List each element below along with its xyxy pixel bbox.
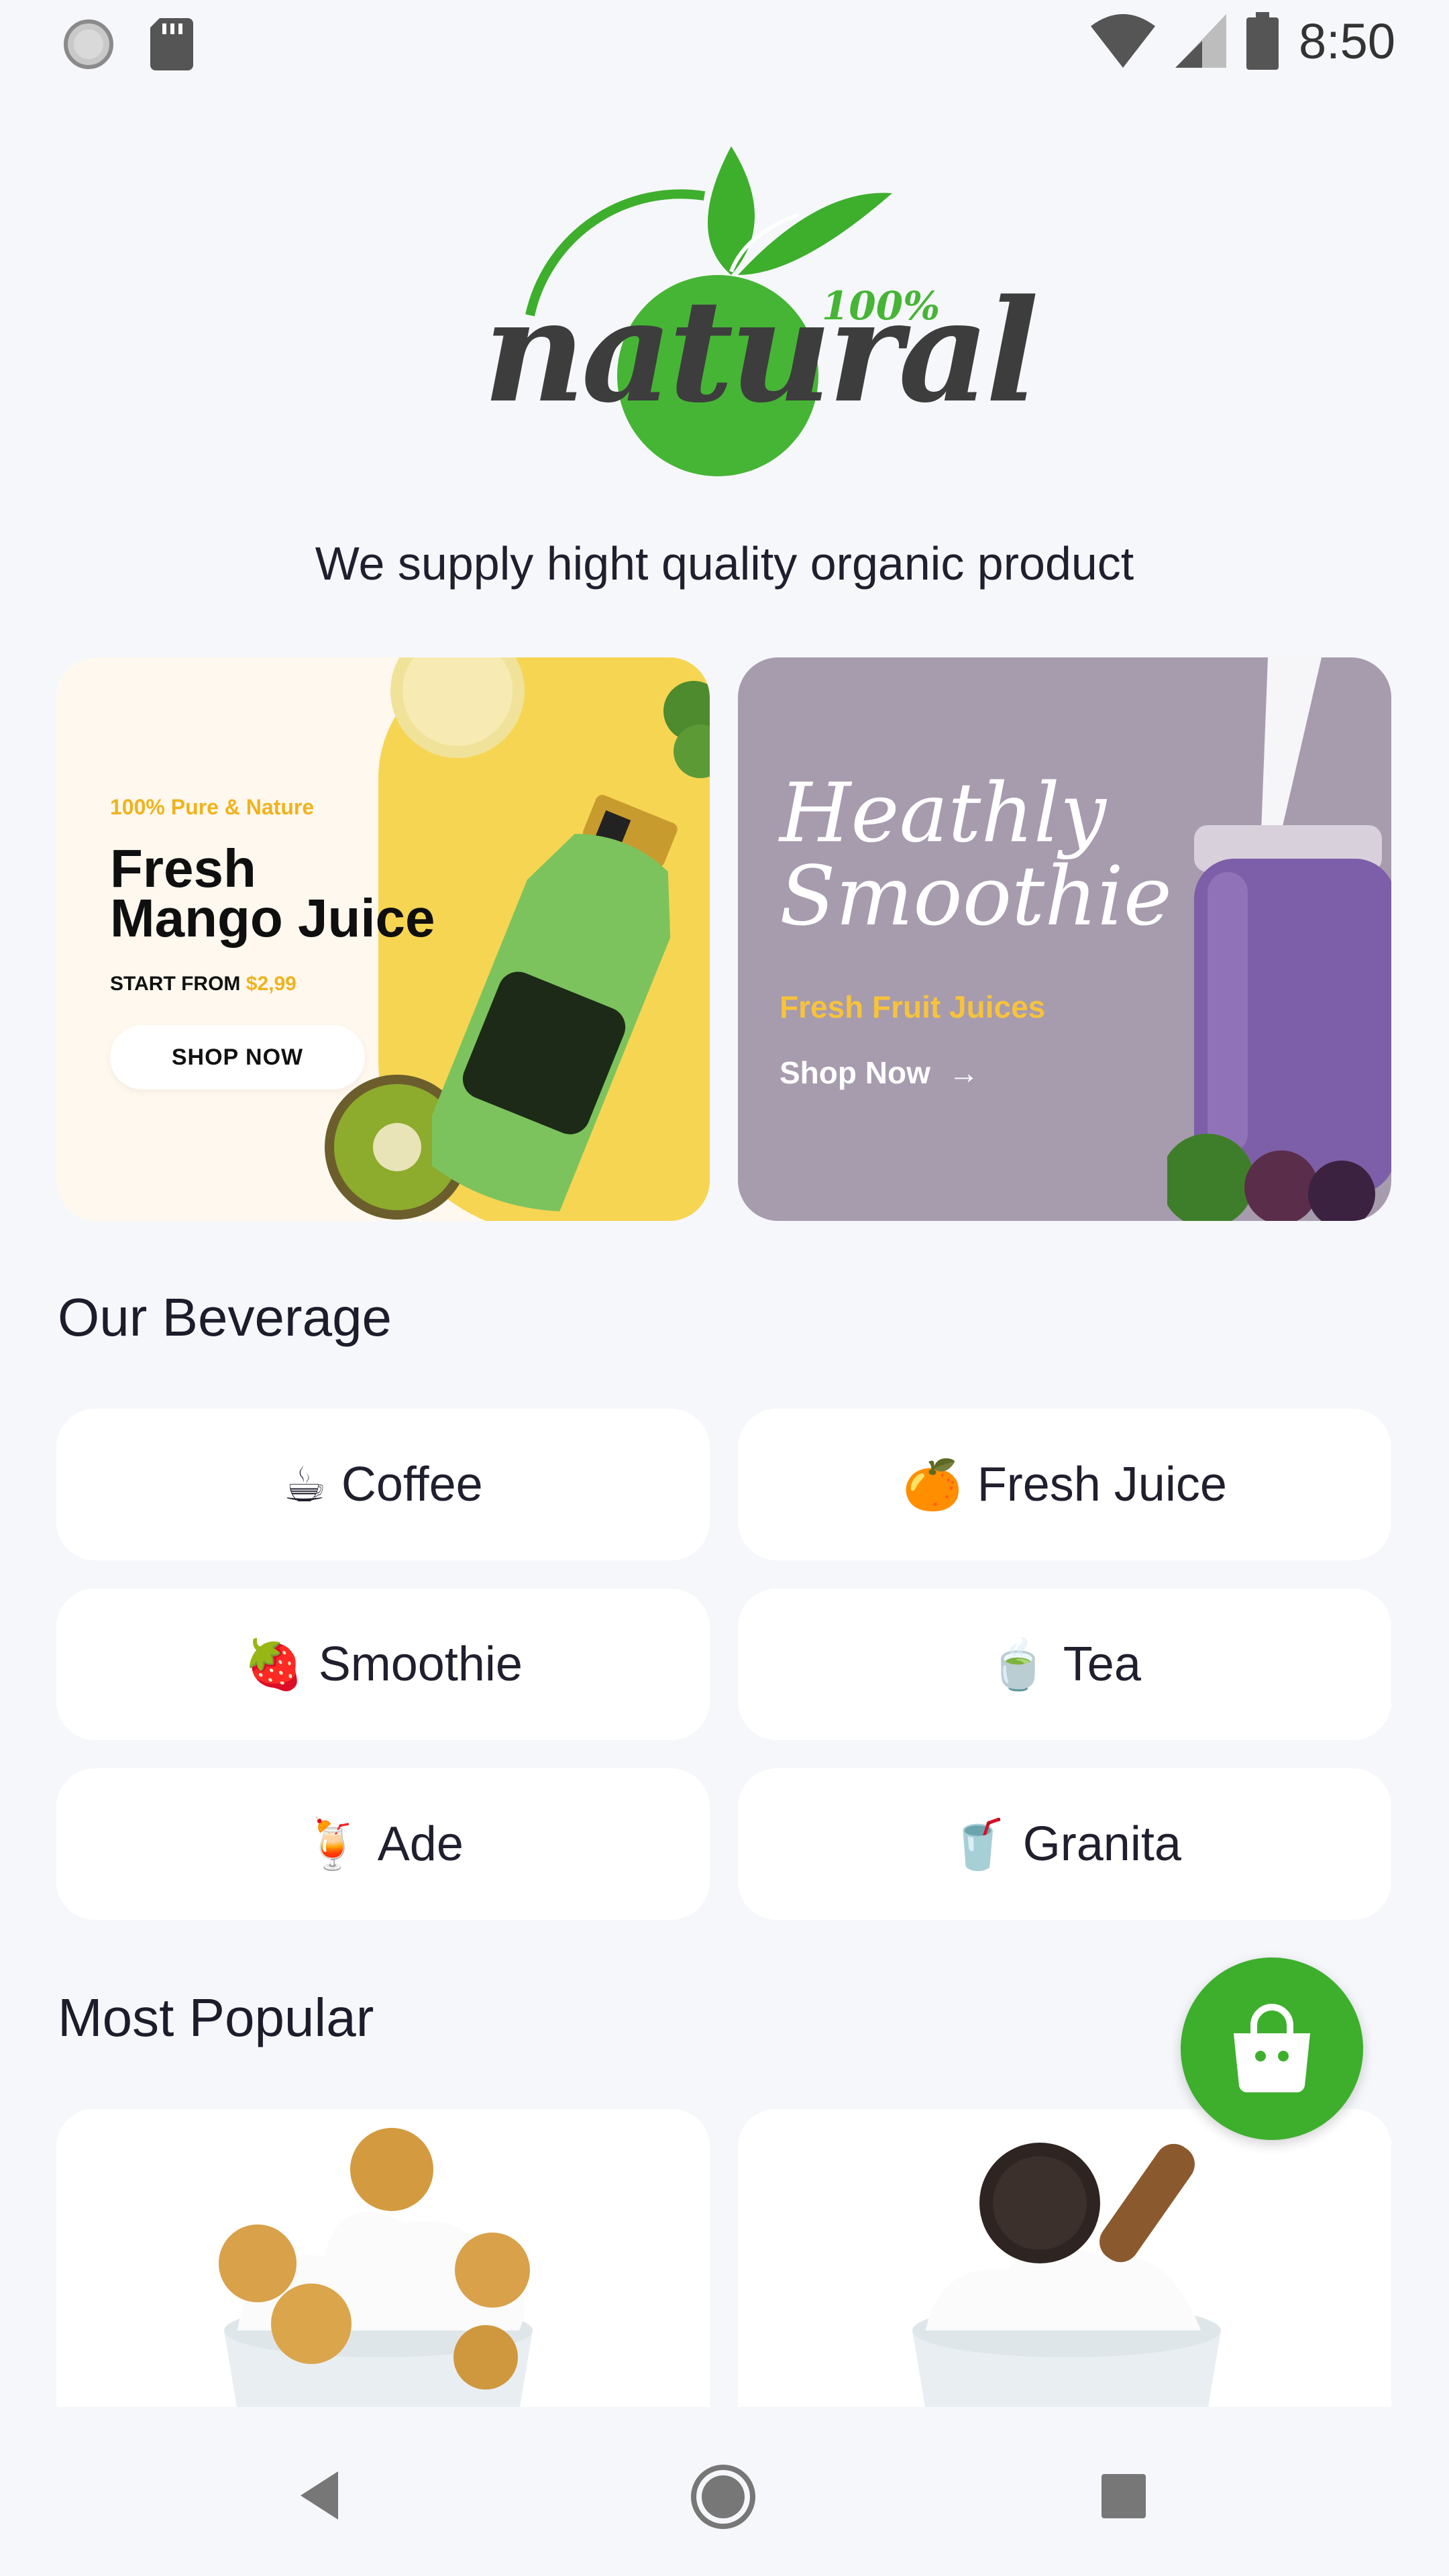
- popular-product-card[interactable]: [56, 2109, 710, 2411]
- tea-icon: 🍵: [988, 1638, 1049, 1692]
- banner-title: Fresh Mango Juice: [110, 839, 435, 948]
- wifi-icon: [1090, 14, 1155, 68]
- system-navigation-bar: [0, 2407, 1449, 2576]
- status-bar: 8:50: [0, 0, 1449, 86]
- banner-title-line2: Mango Juice: [110, 888, 435, 948]
- category-label: Tea: [1063, 1638, 1141, 1691]
- juice-bottle-image: [432, 794, 678, 1212]
- price-label: START FROM: [110, 973, 241, 995]
- category-label: Fresh Juice: [977, 1458, 1227, 1511]
- brand-logo: natural 100%: [463, 134, 1039, 496]
- banner-subtitle: Fresh Fruit Juices: [780, 989, 1046, 1024]
- popular-heading: Most Popular: [58, 1988, 374, 2047]
- battery-icon: [1246, 12, 1279, 70]
- shopping-bag-icon: [1234, 2004, 1310, 2093]
- category-fresh-juice[interactable]: 🍊 Fresh Juice: [738, 1409, 1391, 1560]
- cream-puff-drink-image: [219, 2128, 533, 2411]
- home-icon[interactable]: [690, 2463, 757, 2530]
- recents-icon[interactable]: [1100, 2473, 1147, 2520]
- category-tea[interactable]: 🍵 Tea: [738, 1589, 1391, 1740]
- broccoli-icon: [663, 681, 710, 778]
- shop-now-button[interactable]: SHOP NOW: [110, 1025, 365, 1089]
- category-granita[interactable]: 🥤 Granita: [738, 1768, 1391, 1920]
- banner-title: Heathly Smoothie: [780, 771, 1172, 938]
- clock: 8:50: [1298, 13, 1395, 69]
- category-ade[interactable]: 🍹 Ade: [56, 1768, 710, 1920]
- shop-now-link[interactable]: Shop Now →: [780, 1055, 979, 1091]
- back-icon[interactable]: [295, 2469, 349, 2522]
- shop-now-label: Shop Now: [780, 1055, 930, 1090]
- tagline: We supply hight quality organic product: [315, 537, 1134, 590]
- cart-fab-button[interactable]: [1181, 1957, 1363, 2140]
- orange-icon: 🍊: [902, 1458, 963, 1512]
- price-value: $2,99: [246, 973, 297, 995]
- strawberry-icon: 🍓: [244, 1638, 304, 1692]
- banner-title-line2: Smoothie: [780, 849, 1172, 944]
- category-label: Smoothie: [318, 1638, 523, 1691]
- tropical-drink-icon: 🍹: [303, 1817, 363, 1872]
- category-label: Granita: [1022, 1817, 1181, 1871]
- coffee-icon: ☕: [283, 1458, 327, 1512]
- sd-card-icon: [150, 18, 193, 70]
- arrow-right-icon: →: [948, 1055, 979, 1090]
- banner-tag: 100% Pure & Nature: [110, 795, 315, 819]
- category-smoothie[interactable]: 🍓 Smoothie: [56, 1589, 710, 1740]
- lemon-slice-icon: [390, 657, 525, 758]
- beverage-heading: Our Beverage: [58, 1287, 392, 1347]
- cellular-signal-icon: [1175, 14, 1226, 68]
- banner-title-line1: Fresh: [110, 839, 256, 898]
- mango-juice-banner[interactable]: 100% Pure & Nature Fresh Mango Juice STA…: [56, 657, 710, 1221]
- sync-icon: [64, 19, 113, 69]
- category-label: Ade: [377, 1817, 464, 1871]
- banner-title-line1: Heathly: [780, 765, 1106, 861]
- category-coffee[interactable]: ☕ Coffee: [56, 1409, 710, 1560]
- smoothie-banner[interactable]: Heathly Smoothie Fresh Fruit Juices Shop…: [738, 657, 1391, 1221]
- logo-wordmark: natural: [483, 268, 1039, 434]
- cup-with-straw-icon: 🥤: [948, 1817, 1008, 1872]
- category-label: Coffee: [341, 1458, 483, 1511]
- popular-product-card[interactable]: [738, 2109, 1391, 2411]
- logo-badge: 100%: [822, 283, 941, 329]
- smoothie-jar-image: [1167, 657, 1391, 1221]
- cookie-milkshake-image: [912, 2143, 1221, 2411]
- banner-price: START FROM $2,99: [110, 973, 297, 996]
